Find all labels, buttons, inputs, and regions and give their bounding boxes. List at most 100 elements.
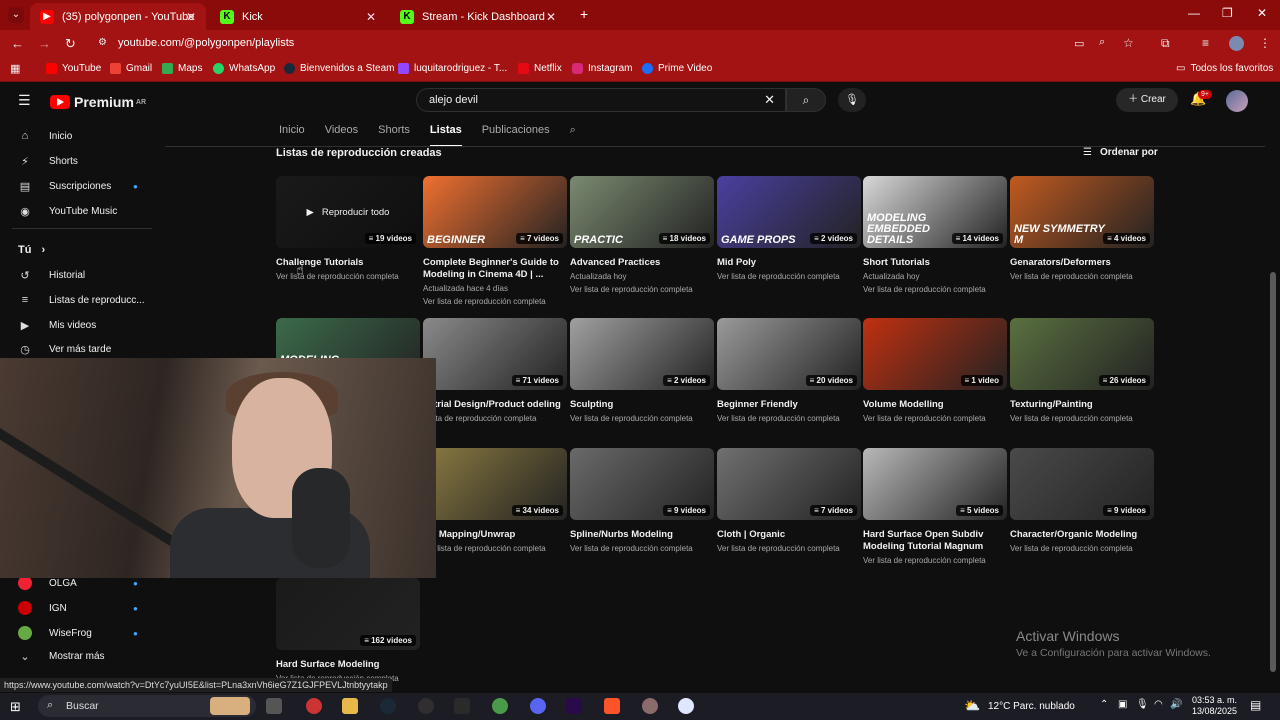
sidebar-sub-wisefrog[interactable]: WiseFrog ● [18, 626, 158, 640]
playlist-title[interactable]: Short Tutorials [863, 257, 1007, 269]
view-full-playlist-link[interactable]: Ver lista de reproducción completa [717, 413, 861, 424]
playlist-title[interactable]: Advanced Practices [570, 257, 714, 269]
playlist-card[interactable]: ≡ 20 videos Beginner Friendly Ver lista de… [717, 318, 861, 424]
sidebar-item-suscripciones[interactable]: ▤ Suscripciones ● [18, 180, 158, 193]
sidebar-section-you[interactable]: Tú › [18, 244, 45, 256]
create-button[interactable]: ＋ Crear [1116, 88, 1178, 112]
discord-icon[interactable] [530, 698, 546, 714]
site-info-icon[interactable]: ⚙ [98, 37, 107, 48]
tray-chevron-icon[interactable]: ⌃ [1100, 699, 1108, 710]
menu-icon[interactable]: ⋮ [1259, 36, 1271, 50]
browser-tab-kick[interactable]: K Kick ✕ [210, 3, 386, 30]
playlist-thumbnail[interactable]: ≡ 9 videos [1010, 448, 1154, 520]
sidebar-item-historial[interactable]: ↺ Historial [18, 269, 85, 282]
media-icon[interactable]: ≡ [1202, 36, 1209, 50]
zoom-icon[interactable]: ⌕ [1099, 36, 1105, 49]
playlist-title[interactable]: ustrial Design/Product odeling [423, 399, 567, 411]
youtube-logo[interactable]: Premium AR [50, 94, 146, 110]
bookmark-gmail[interactable]: Gmail [110, 63, 152, 74]
notification-center-icon[interactable]: ▤ [1250, 698, 1261, 712]
sidebar-item-inicio[interactable]: ⌂ Inicio [18, 130, 73, 142]
view-full-playlist-link[interactable]: Ver lista de reproducción completa [423, 543, 567, 554]
bookmark-star-icon[interactable]: ☆ [1123, 36, 1134, 50]
view-full-playlist-link[interactable]: Ver lista de reproducción completa [717, 271, 861, 282]
tab-search-button[interactable]: ⌄ [8, 7, 24, 23]
sidebar-item-shorts[interactable]: ⚡ Shorts [18, 155, 78, 168]
playlist-title[interactable]: Complete Beginner's Guide to Modeling in… [423, 257, 567, 281]
obs-icon[interactable] [418, 698, 434, 714]
hamburger-menu-icon[interactable]: ☰ [18, 92, 31, 109]
playlist-thumbnail[interactable]: ≡ 20 videos [717, 318, 861, 390]
playlist-card[interactable]: ≡ 5 videos Hard Surface Open Subdiv Model… [863, 448, 1007, 566]
playlist-title[interactable]: Character/Organic Modeling [1010, 529, 1154, 541]
bookmark-maps[interactable]: Maps [162, 63, 202, 74]
sidebar-sub-ign[interactable]: IGN ● [18, 601, 158, 615]
playlist-card[interactable]: ≡ 71 videos ustrial Design/Product odelin… [423, 318, 567, 424]
playlist-thumbnail[interactable]: ≡ 162 videos [276, 578, 420, 650]
playlist-card[interactable]: ≡ 9 videos Character/Organic Modeling Ver … [1010, 448, 1154, 554]
search-button[interactable]: ⌕ [786, 88, 826, 112]
windows-start-icon[interactable]: ⊞ [10, 699, 21, 715]
voice-search-button[interactable]: 🎙 [838, 88, 866, 112]
tab-publicaciones[interactable]: Publicaciones [482, 124, 550, 147]
all-bookmarks[interactable]: ▭ Todos los favoritos [1176, 63, 1273, 74]
playlist-title[interactable]: Texturing/Painting [1010, 399, 1154, 411]
playlist-thumbnail[interactable]: ≡ 2 videos [570, 318, 714, 390]
playlist-title[interactable]: Spline/Nurbs Modeling [570, 529, 714, 541]
playlist-card[interactable]: GAME PROPS ≡ 2 videos Mid Poly Ver lista de… [717, 176, 861, 282]
mic-tray-icon[interactable]: 🎙 [1136, 699, 1149, 710]
sidebar-item-my-videos[interactable]: ▶ Mis videos [18, 319, 96, 332]
view-full-playlist-link[interactable]: Ver lista de reproducción completa [570, 413, 714, 424]
playlist-card[interactable]: MODELING EMBEDDED DETAILS ≡ 14 videos Shor… [863, 176, 1007, 295]
sidebar-show-more[interactable]: ⌄ Mostrar más [18, 650, 104, 663]
apps-icon[interactable]: ▦ [10, 62, 20, 75]
playlist-card[interactable]: ≡ 162 videosHard Surface ModelingVer lis… [276, 578, 420, 684]
playlist-thumbnail[interactable]: ≡ 1 video [863, 318, 1007, 390]
brave-icon[interactable] [604, 698, 620, 714]
playlist-title[interactable]: Hard Surface Modeling [276, 659, 420, 671]
view-full-playlist-link[interactable]: Ver lista de reproducción completa [570, 284, 714, 295]
cast-icon[interactable]: ▭ [1074, 37, 1084, 50]
tab-shorts[interactable]: Shorts [378, 124, 410, 147]
sidebar-item-youtube-music[interactable]: ◉ YouTube Music [18, 205, 117, 218]
playlist-card[interactable]: ≡ 2 videos Sculpting Ver lista de reproduc… [570, 318, 714, 424]
back-icon[interactable]: ← [11, 36, 24, 51]
extensions-icon[interactable]: ⧉ [1161, 36, 1170, 51]
url-field[interactable]: youtube.com/@polygonpen/playlists [118, 37, 294, 49]
forward-icon[interactable]: → [38, 36, 51, 51]
bookmark-whatsapp[interactable]: WhatsApp [213, 63, 275, 74]
playlist-title[interactable]: Genarators/Deformers [1010, 257, 1154, 269]
playlist-card[interactable]: BEGINNER ≡ 7 videos Complete Beginner's Gu… [423, 176, 567, 307]
bookmark-netflix[interactable]: Netflix [518, 63, 562, 74]
epic-games-icon[interactable] [454, 698, 470, 714]
playlist-thumbnail[interactable]: BEGINNER ≡ 7 videos [423, 176, 567, 248]
search-input[interactable]: alejo devil ✕ [416, 88, 786, 112]
user-avatar[interactable] [1226, 90, 1248, 112]
bookmark-steam[interactable]: Bienvenidos a Steam [284, 63, 395, 74]
bookmark-prime-video[interactable]: Prime Video [642, 63, 712, 74]
playlist-title[interactable]: Volume Modelling [863, 399, 1007, 411]
sidebar-item-playlists[interactable]: ≡ Listas de reproducc... [18, 294, 145, 306]
playlist-title[interactable]: Hard Surface Open Subdiv Modeling Tutori… [863, 529, 1007, 553]
playlist-thumbnail[interactable]: ≡ 5 videos [863, 448, 1007, 520]
playlist-thumbnail[interactable]: GAME PROPS ≡ 2 videos [717, 176, 861, 248]
file-explorer-icon[interactable] [342, 698, 358, 714]
close-tab-icon[interactable]: ✕ [366, 10, 376, 24]
restore-icon[interactable]: ❐ [1222, 6, 1233, 20]
browser-tab-kick-dashboard[interactable]: K Stream - Kick Dashboard ✕ [390, 3, 566, 30]
taskbar-search[interactable]: ⌕ Buscar [38, 695, 256, 717]
premiere-icon[interactable] [566, 698, 582, 714]
close-tab-icon[interactable]: ✕ [186, 10, 196, 24]
playlist-card[interactable]: ≡ 9 videos Spline/Nurbs Modeling Ver lista… [570, 448, 714, 554]
reload-icon[interactable]: ↻ [65, 36, 76, 52]
playlist-title[interactable]: Mid Poly [717, 257, 861, 269]
taskbar-clock[interactable]: 03:53 a. m. 13/08/2025 [1192, 695, 1237, 717]
playlist-title[interactable]: UV Mapping/Unwrap [423, 529, 567, 541]
browser-tab-youtube[interactable]: ▶ (35) polygonpen - YouTube ✕ [30, 3, 206, 30]
playlist-thumbnail[interactable]: ≡ 71 videos [423, 318, 567, 390]
page-scrollbar[interactable] [1270, 272, 1276, 672]
steam-icon[interactable] [380, 698, 396, 714]
channel-search-icon[interactable]: ⌕ [570, 124, 576, 147]
view-full-playlist-link[interactable]: Ver lista de reproducción completa [863, 413, 1007, 424]
view-full-playlist-link[interactable]: Ver lista de reproducción completa [863, 284, 1007, 295]
